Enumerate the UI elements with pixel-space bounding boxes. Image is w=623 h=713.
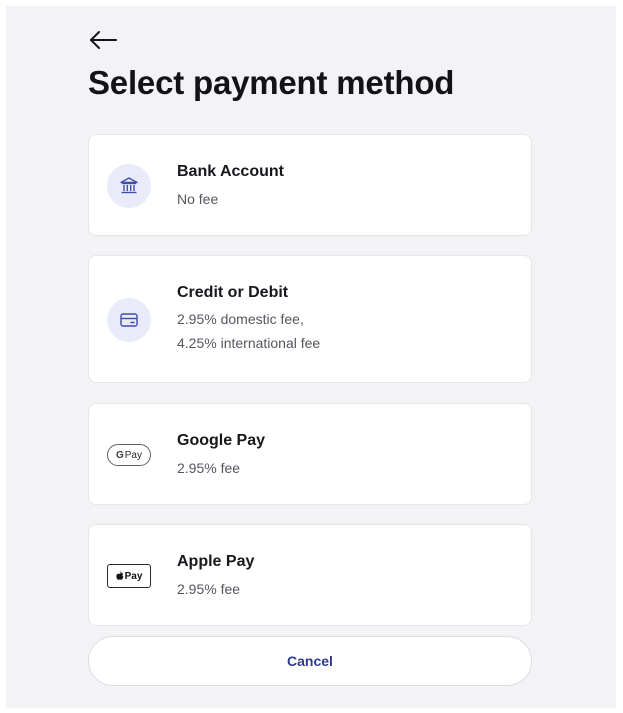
payment-option-fee: 2.95% fee <box>177 581 241 597</box>
google-pay-logo-g: G <box>115 449 124 461</box>
payment-option-name: Credit or Debit <box>177 284 289 301</box>
google-pay-logo-text: Pay <box>124 449 142 461</box>
payment-option-fee: 4.25% international fee <box>177 335 321 351</box>
bank-icon <box>107 164 151 208</box>
payment-option-fee: No fee <box>177 191 219 207</box>
payment-option-fee: 2.95% domestic fee, <box>177 311 304 327</box>
payment-option-apple-pay[interactable]: Pay Apple Pay 2.95% fee <box>88 524 532 626</box>
back-button[interactable] <box>88 28 120 52</box>
payment-option-bank-account[interactable]: Bank Account No fee <box>88 134 532 236</box>
payment-option-name: Bank Account <box>177 163 284 180</box>
cancel-button[interactable]: Cancel <box>88 636 532 686</box>
google-pay-icon: G Pay <box>107 444 151 466</box>
payment-method-panel: Select payment method Bank Account No fe… <box>6 6 616 708</box>
apple-pay-icon: Pay <box>107 564 151 588</box>
page-title: Select payment method <box>88 64 455 101</box>
payment-option-google-pay[interactable]: G Pay Google Pay 2.95% fee <box>88 403 532 505</box>
payment-option-fee: 2.95% fee <box>177 460 241 476</box>
payment-option-credit-debit[interactable]: Credit or Debit 2.95% domestic fee, 4.25… <box>88 255 532 383</box>
payment-option-name: Google Pay <box>177 432 266 449</box>
payment-option-name: Apple Pay <box>177 553 255 570</box>
credit-card-icon <box>107 298 151 342</box>
apple-pay-logo-text: Pay <box>124 570 143 582</box>
apple-logo-icon <box>115 571 123 580</box>
arrow-left-icon <box>88 28 120 52</box>
